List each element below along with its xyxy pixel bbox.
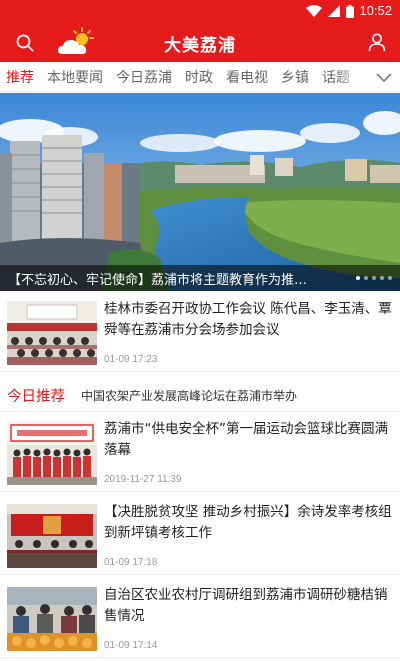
status-bar: 10:52 — [0, 0, 400, 22]
slide-dot — [364, 276, 368, 280]
wifi-icon — [306, 5, 322, 17]
news-item[interactable]: 荔浦市“供电安全杯”第一届运动会篮球比赛圆满落幕 2019-11-27 11:3… — [0, 414, 400, 492]
channel-tabs: 推荐 本地要闻 今日荔浦 时政 看电视 乡镇 话题 — [0, 62, 400, 92]
slide-dot — [388, 276, 392, 280]
hero-caption: 【不忘初心、牢记使命】荔浦市将主题教育作为推… — [8, 273, 308, 288]
hero-caption-bar: 【不忘初心、牢记使命】荔浦市将主题教育作为推… — [0, 265, 400, 291]
signal-icon — [328, 5, 340, 17]
tab-watch-tv[interactable]: 看电视 — [226, 67, 268, 87]
tab-towns[interactable]: 乡镇 — [281, 67, 309, 87]
app-title: 大美荔浦 — [164, 36, 236, 56]
tab-list: 推荐 本地要闻 今日荔浦 时政 看电视 乡镇 话题 — [6, 67, 363, 87]
news-item[interactable]: 自治区农业农村厅调研组到荔浦市调研砂糖桔销售情况 01-09 17:14 — [0, 580, 400, 658]
news-thumbnail — [7, 421, 97, 485]
battery-icon — [346, 4, 354, 18]
app-header: 大美荔浦 — [0, 22, 400, 62]
news-date: 2019-11-27 11:39 — [104, 474, 182, 485]
chevron-down-icon[interactable] — [368, 62, 400, 91]
news-date: 01-09 17:23 — [104, 354, 158, 365]
news-thumbnail — [7, 301, 97, 365]
user-icon[interactable] — [366, 31, 388, 53]
hero-banner[interactable]: 【不忘初心、牢记使命】荔浦市将主题教育作为推… — [0, 93, 400, 291]
news-item[interactable]: 【决胜脱贫攻坚 推动乡村振兴】余诗发率考核组到新坪镇考核工作 01-09 17:… — [0, 497, 400, 575]
recommend-label: 今日推荐 — [7, 389, 65, 405]
status-time: 10:52 — [359, 3, 392, 18]
slide-dot — [380, 276, 384, 280]
news-date: 01-09 17:18 — [104, 557, 158, 568]
news-date: 01-09 17:14 — [104, 640, 158, 651]
tab-recommend[interactable]: 推荐 — [6, 67, 34, 87]
slide-dot — [356, 276, 360, 280]
slide-dot — [372, 276, 376, 280]
slide-indicator — [356, 276, 392, 280]
tab-politics[interactable]: 时政 — [185, 67, 213, 87]
hero-image — [0, 93, 400, 291]
news-title: 【决胜脱贫攻坚 推动乡村振兴】余诗发率考核组到新坪镇考核工作 — [104, 504, 392, 541]
news-title: 荔浦市“供电安全杯”第一届运动会篮球比赛圆满落幕 — [104, 421, 388, 458]
tab-local-news[interactable]: 本地要闻 — [47, 67, 103, 87]
news-title: 自治区农业农村厅调研组到荔浦市调研砂糖桔销售情况 — [104, 587, 388, 624]
status-icons — [306, 4, 354, 18]
today-recommend[interactable]: 今日推荐 中国农架产业发展高峰论坛在荔浦市举办 — [0, 376, 400, 412]
news-thumbnail — [7, 587, 97, 651]
recommend-text: 中国农架产业发展高峰论坛在荔浦市举办 — [81, 389, 298, 403]
news-title: 桂林市委召开政协工作会议 陈代昌、李玉清、覃舜等在荔浦市分会场参加会议 — [104, 301, 392, 338]
news-thumbnail — [7, 504, 97, 568]
tab-today-lipu[interactable]: 今日荔浦 — [116, 67, 172, 87]
news-item[interactable]: 桂林市委召开政协工作会议 陈代昌、李玉清、覃舜等在荔浦市分会场参加会议 01-0… — [0, 294, 400, 372]
